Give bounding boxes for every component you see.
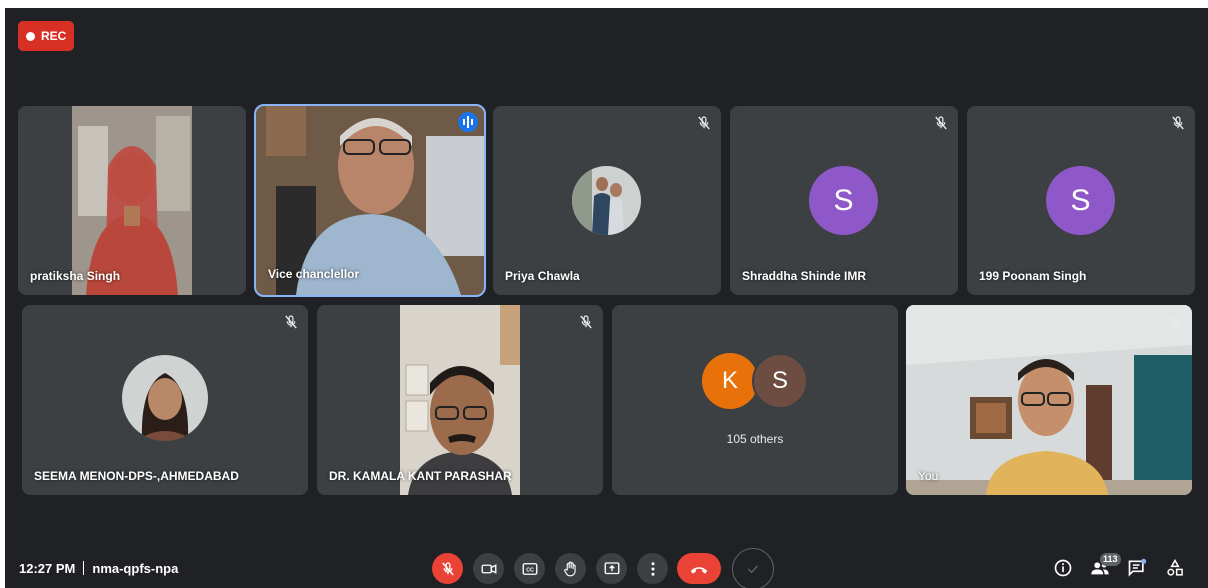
participant-name: SEEMA MENON-DPS-,AHMEDABAD bbox=[34, 469, 239, 483]
recording-label: REC bbox=[41, 29, 67, 43]
mic-off-icon bbox=[1169, 315, 1181, 329]
meeting-details-button[interactable] bbox=[1050, 555, 1076, 581]
camera-toggle-button[interactable] bbox=[473, 553, 504, 584]
participant-tile-poonam[interactable]: S 199 Poonam Singh bbox=[967, 106, 1195, 295]
present-screen-button[interactable] bbox=[596, 553, 627, 584]
raise-hand-button[interactable] bbox=[555, 553, 586, 584]
participant-name: Shraddha Shinde IMR bbox=[742, 269, 867, 283]
participant-avatar: S bbox=[809, 166, 878, 235]
participant-name: DR. KAMALA KANT PARASHAR bbox=[329, 469, 512, 483]
participant-count-badge: 113 bbox=[1100, 553, 1121, 566]
participant-tile-kamala[interactable]: DR. KAMALA KANT PARASHAR bbox=[317, 305, 603, 495]
chat-button[interactable] bbox=[1124, 555, 1150, 581]
camera-icon bbox=[481, 563, 496, 574]
current-time: 12:27 PM bbox=[19, 561, 76, 576]
mic-off-icon bbox=[698, 116, 710, 130]
chat-icon bbox=[1128, 558, 1147, 577]
svg-text:CC: CC bbox=[526, 567, 534, 573]
captions-button[interactable]: CC bbox=[514, 553, 545, 584]
meeting-code: nma-qpfs-npa bbox=[92, 561, 179, 576]
mic-off-icon bbox=[580, 315, 592, 329]
present-icon bbox=[604, 561, 619, 574]
bottom-toolbar: 12:27 PM nma-qpfs-npa CC 113 bbox=[5, 548, 1208, 588]
participant-name: Priya Chawla bbox=[505, 269, 580, 283]
captions-icon: CC bbox=[522, 562, 537, 575]
participant-name: You bbox=[918, 469, 939, 483]
mic-off-icon bbox=[935, 116, 947, 130]
call-end-icon bbox=[690, 566, 708, 574]
mic-off-icon bbox=[1172, 116, 1184, 130]
participant-tile-priya[interactable]: Priya Chawla bbox=[493, 106, 721, 295]
check-icon bbox=[747, 565, 759, 574]
activities-icon bbox=[1167, 558, 1183, 576]
participant-video bbox=[72, 106, 192, 295]
activities-button[interactable] bbox=[1162, 555, 1188, 581]
meeting-info: 12:27 PM nma-qpfs-npa bbox=[19, 561, 178, 576]
participant-video bbox=[400, 305, 520, 495]
microphone-toggle-button[interactable] bbox=[432, 553, 463, 584]
speaking-indicator-icon bbox=[458, 112, 478, 132]
participant-name: Vice chanclellor bbox=[268, 267, 360, 281]
others-tile[interactable]: K S 105 others bbox=[612, 305, 898, 495]
self-video bbox=[906, 305, 1192, 495]
participant-tile-shraddha[interactable]: S Shraddha Shinde IMR bbox=[730, 106, 958, 295]
more-options-button[interactable] bbox=[637, 553, 668, 584]
participant-name: 199 Poonam Singh bbox=[979, 269, 1087, 283]
hand-icon bbox=[563, 560, 576, 576]
participant-tile-you[interactable]: You bbox=[906, 305, 1192, 495]
others-avatar: K bbox=[702, 353, 758, 409]
others-avatar: S bbox=[752, 353, 808, 409]
leave-call-button[interactable] bbox=[677, 553, 721, 584]
participant-tile-pratiksha[interactable]: pratiksha Singh bbox=[18, 106, 246, 295]
mic-off-icon bbox=[441, 561, 454, 575]
others-count-label: 105 others bbox=[726, 432, 784, 446]
recording-indicator: REC bbox=[18, 21, 74, 51]
record-dot-icon bbox=[26, 31, 35, 41]
more-icon bbox=[651, 561, 654, 576]
confirm-button[interactable] bbox=[732, 548, 774, 588]
divider bbox=[83, 561, 85, 575]
info-icon bbox=[1054, 559, 1072, 577]
participant-tile-seema[interactable]: SEEMA MENON-DPS-,AHMEDABAD bbox=[22, 305, 308, 495]
participant-tile-vice-chancellor[interactable]: Vice chanclellor bbox=[254, 104, 486, 297]
participant-name: pratiksha Singh bbox=[30, 269, 121, 283]
participant-avatar bbox=[122, 355, 208, 441]
mic-off-icon bbox=[285, 315, 297, 329]
participant-avatar bbox=[572, 166, 641, 235]
meeting-stage: REC pratiksha Singh Vice chanclellor Pri… bbox=[5, 8, 1208, 588]
participant-avatar: S bbox=[1046, 166, 1115, 235]
